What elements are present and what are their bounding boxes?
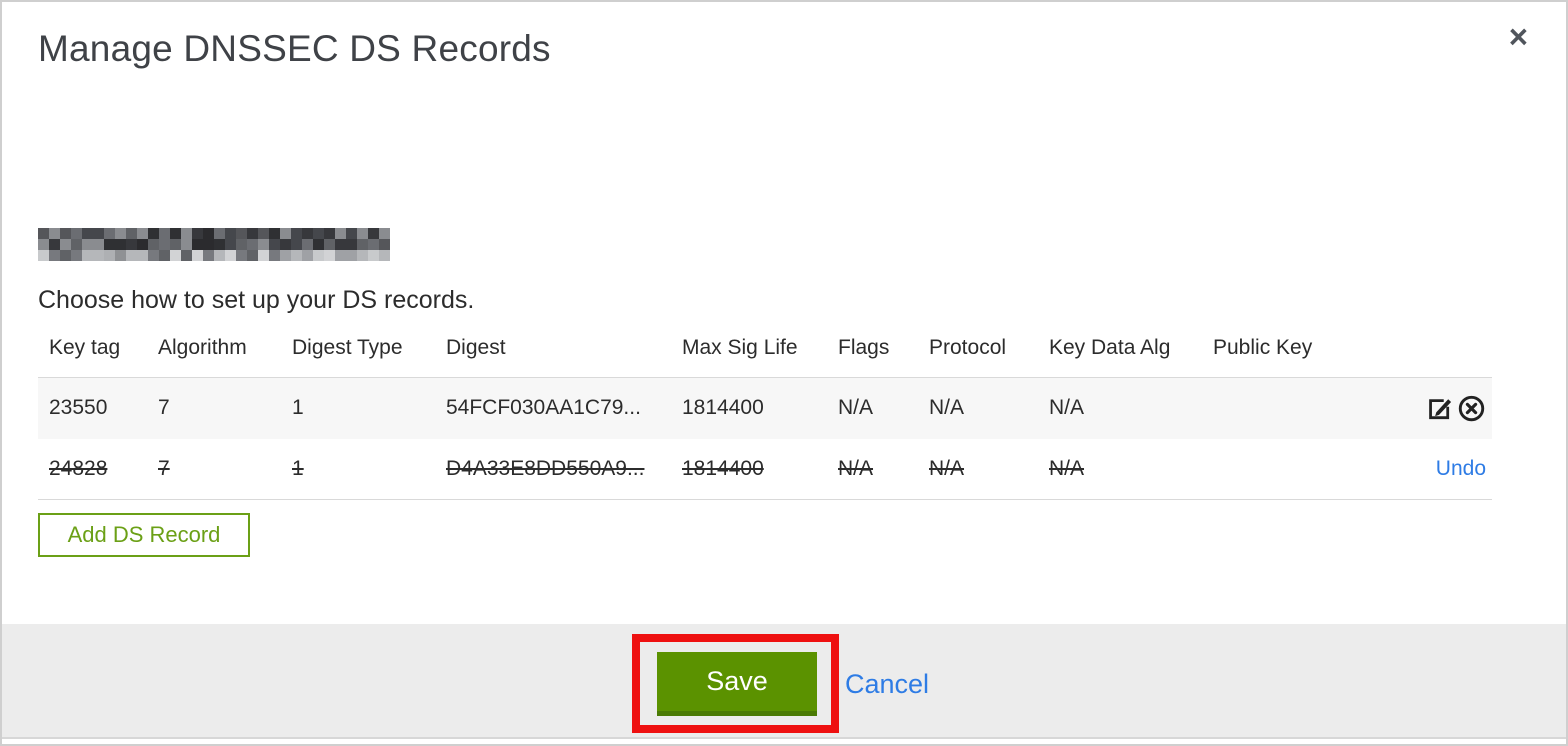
redacted-domain-name [38, 228, 390, 261]
col-key-tag: Key tag [49, 336, 121, 359]
col-max-sig-life: Max Sig Life [682, 336, 798, 359]
cell-protocol: N/A [929, 456, 965, 480]
ds-records-table: Key tag Algorithm Digest Type Digest Max… [38, 332, 1492, 500]
save-button[interactable]: Save [657, 652, 817, 716]
cell-protocol: N/A [929, 396, 965, 420]
col-digest: Digest [446, 336, 506, 359]
cell-key-tag: 23550 [49, 396, 108, 420]
cell-max-sig-life: 1814400 [682, 396, 764, 420]
manage-dnssec-modal: Manage DNSSEC DS Records × Choose how to… [0, 0, 1568, 746]
page-title: Manage DNSSEC DS Records [38, 28, 551, 69]
cell-digest: D4A33E8DD550A9... [446, 456, 645, 480]
cancel-link[interactable]: Cancel [845, 669, 929, 700]
table-header-row: Key tag Algorithm Digest Type Digest Max… [38, 332, 1492, 378]
cell-algorithm: 7 [158, 456, 170, 480]
delete-record-icon[interactable] [1457, 394, 1486, 423]
cell-key-data-alg: N/A [1049, 396, 1085, 420]
cell-key-tag: 24828 [49, 456, 108, 480]
cell-digest: 54FCF030AA1C79... [446, 396, 641, 420]
cell-key-data-alg: N/A [1049, 456, 1085, 480]
row-actions: Undo [1401, 439, 1492, 500]
add-ds-record-button[interactable]: Add DS Record [38, 513, 250, 557]
edit-record-icon[interactable] [1425, 394, 1454, 423]
col-actions [1401, 332, 1492, 378]
col-digest-type: Digest Type [292, 336, 403, 359]
col-protocol: Protocol [929, 336, 1007, 359]
table-row-deleted: 24828 7 1 D4A33E8DD550A9... 1814400 N/A … [38, 439, 1492, 500]
cell-public-key [1213, 439, 1401, 500]
cell-algorithm: 7 [158, 396, 170, 420]
close-icon[interactable]: × [1509, 20, 1528, 53]
instruction-text: Choose how to set up your DS records. [38, 286, 475, 314]
table-row: 23550 7 1 54FCF030AA1C79... 1814400 N/A … [38, 377, 1492, 439]
cell-flags: N/A [838, 396, 874, 420]
cell-digest-type: 1 [292, 456, 304, 480]
col-flags: Flags [838, 336, 890, 359]
col-key-data-alg: Key Data Alg [1049, 336, 1171, 359]
row-actions [1401, 378, 1492, 439]
undo-link[interactable]: Undo [1436, 457, 1486, 480]
cell-flags: N/A [838, 456, 874, 480]
col-algorithm: Algorithm [158, 336, 247, 359]
cell-digest-type: 1 [292, 396, 304, 420]
col-public-key: Public Key [1213, 336, 1313, 359]
cell-public-key [1213, 378, 1401, 439]
cell-max-sig-life: 1814400 [682, 456, 764, 480]
